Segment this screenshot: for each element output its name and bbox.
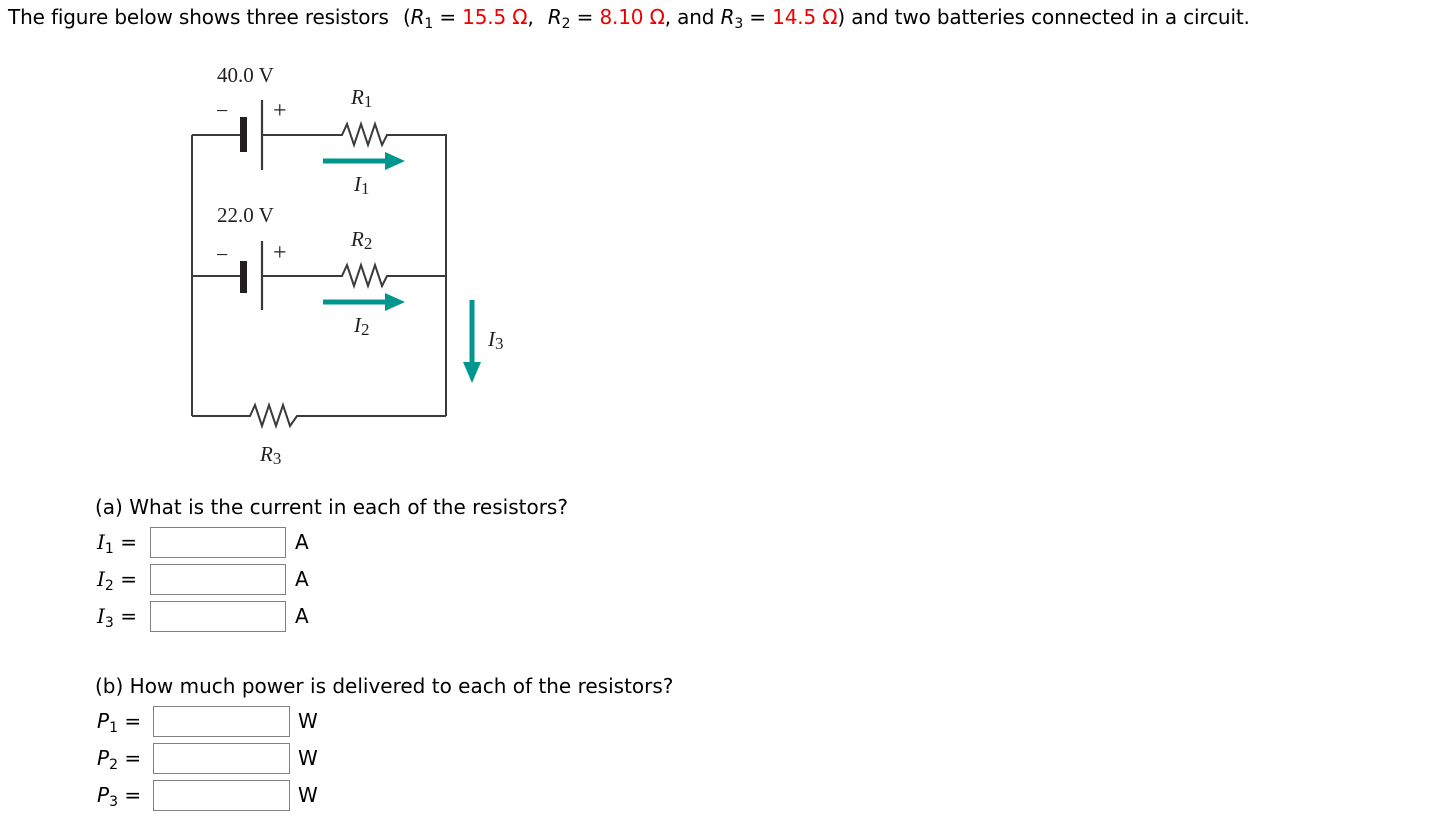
current-i2-arrow-icon <box>323 293 405 311</box>
r2-value: 8.10 Ω <box>599 5 665 29</box>
battery-22v-icon <box>240 241 264 310</box>
p1-answer-label: P1 = <box>97 709 142 736</box>
r3-figure-label: R3 <box>260 442 282 468</box>
i2-answer-label: I2 = <box>97 567 137 594</box>
power-p1-input[interactable] <box>153 706 290 737</box>
p3-answer-label: P3 = <box>97 783 142 810</box>
power-p3-unit: W <box>298 783 318 807</box>
battery2-negative-plate <box>240 261 247 293</box>
current-i1-input[interactable] <box>150 527 286 558</box>
battery2-plus-sign: + <box>273 240 287 266</box>
battery1-minus-sign: − <box>216 98 229 123</box>
part-b-question: (b) How much power is delivered to each … <box>95 674 674 698</box>
battery2-minus-sign: − <box>216 242 229 267</box>
r1-figure-label: R1 <box>351 85 373 111</box>
resistor-r1-icon <box>337 120 392 149</box>
i2-figure-label: I2 <box>354 313 370 339</box>
r2-figure-label: R2 <box>351 227 373 253</box>
power-p2-input[interactable] <box>153 743 290 774</box>
r3-subscript: 3 <box>734 16 744 32</box>
i1-answer-label: I1 = <box>97 530 137 557</box>
circuit-figure: 40.0 V − + 22.0 V − + R1 R2 R3 I1 I2 I3 <box>0 0 560 480</box>
current-i1-arrow-icon <box>323 152 405 170</box>
close-paren: ) <box>837 5 846 29</box>
power-p3-input[interactable] <box>153 780 290 811</box>
r3-value: 14.5 Ω <box>772 5 838 29</box>
resistor-r2-icon <box>337 261 392 290</box>
battery-40v-icon <box>240 100 264 170</box>
and-word: and <box>677 5 715 29</box>
equals-sign: = <box>749 5 766 29</box>
p2-answer-label: P2 = <box>97 746 142 773</box>
battery1-plus-sign: + <box>273 98 287 124</box>
resistor-r3-icon <box>246 401 303 430</box>
current-i2-input[interactable] <box>150 564 286 595</box>
i3-answer-label: I3 = <box>97 604 137 631</box>
battery1-negative-plate <box>240 117 247 152</box>
comma: , <box>664 5 671 29</box>
power-p2-unit: W <box>298 746 318 770</box>
battery1-voltage-label: 40.0 V <box>217 63 274 87</box>
current-i2-unit: A <box>295 567 309 591</box>
battery2-voltage-label: 22.0 V <box>217 203 274 227</box>
current-i3-input[interactable] <box>150 601 286 632</box>
part-a-question: (a) What is the current in each of the r… <box>95 495 568 519</box>
r2-subscript: 2 <box>561 16 571 32</box>
r3-symbol: R <box>720 5 735 29</box>
equals-sign: = <box>576 5 594 29</box>
i3-figure-label: I3 <box>488 327 504 353</box>
power-p1-unit: W <box>298 709 318 733</box>
current-i3-unit: A <box>295 604 309 628</box>
current-i3-arrow-icon <box>463 300 481 383</box>
problem-outro: and two batteries connected in a circuit… <box>851 5 1250 29</box>
i1-figure-label: I1 <box>354 172 370 198</box>
current-i1-unit: A <box>295 530 309 554</box>
